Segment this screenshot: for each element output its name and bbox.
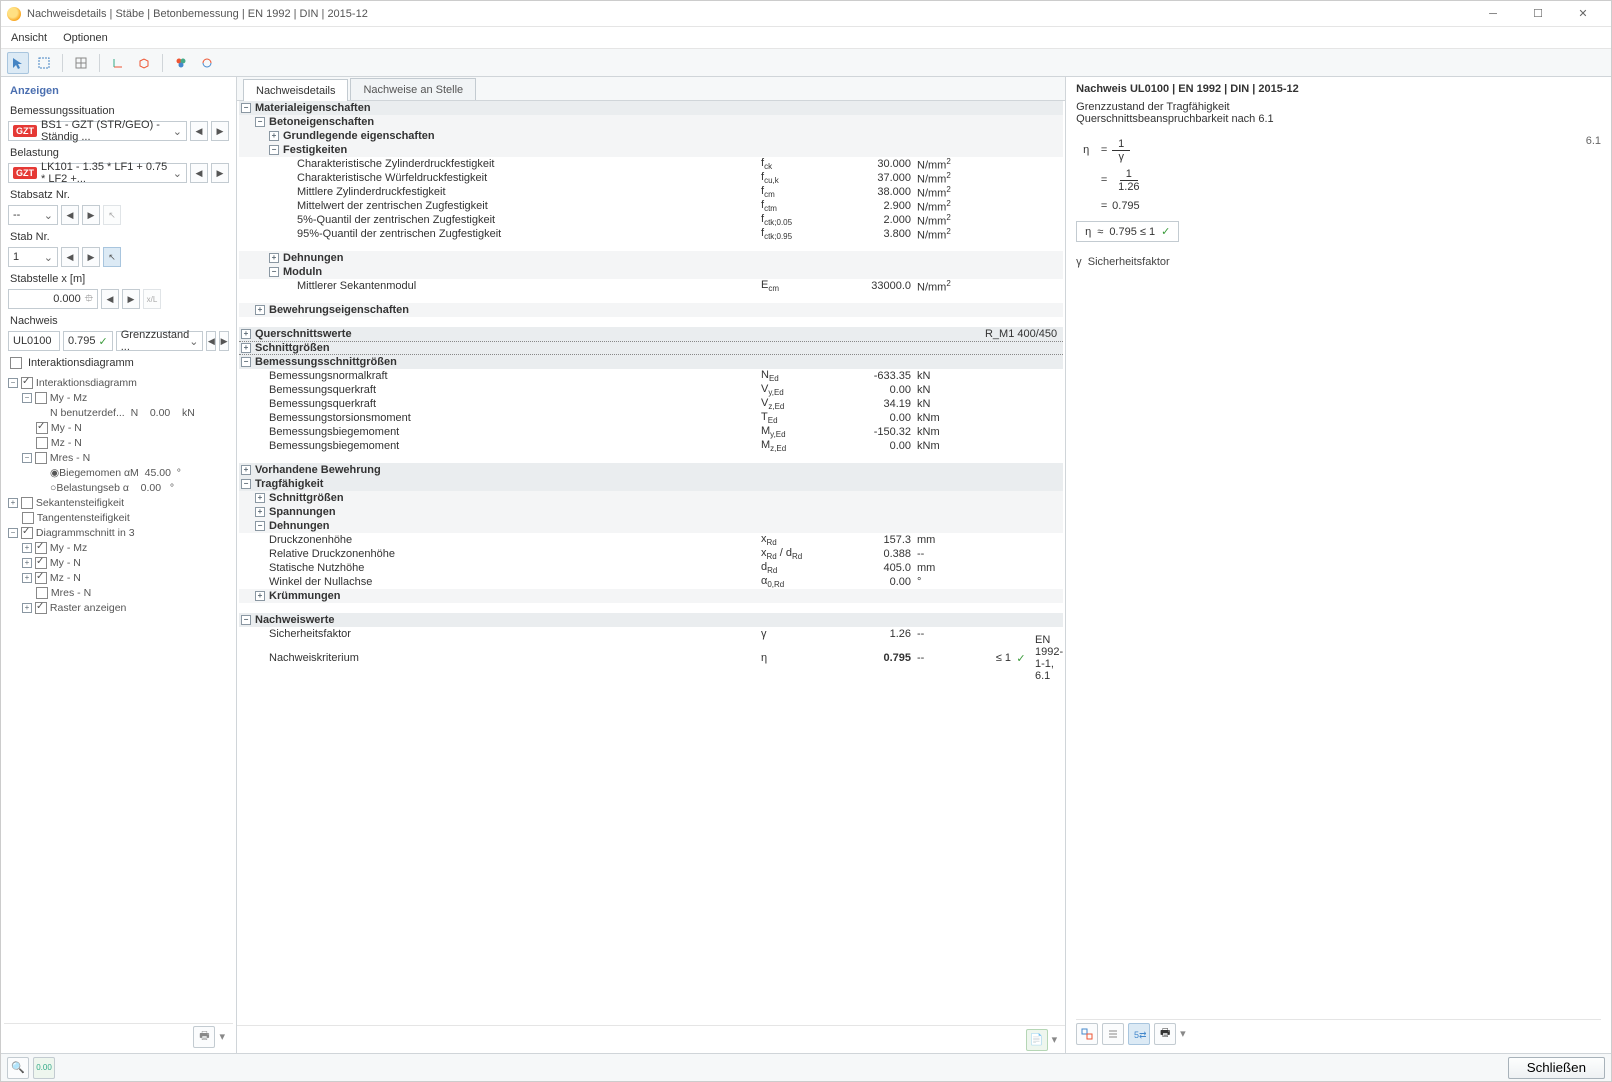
tab-details[interactable]: Nachweisdetails [243, 79, 348, 101]
chevron-down-icon: ⌄ [173, 125, 182, 138]
maximize-button[interactable]: ☐ [1516, 2, 1560, 26]
print-icon[interactable]: 🖶 [1154, 1023, 1176, 1045]
print-icon[interactable]: 🖶 [193, 1026, 215, 1048]
situation-select[interactable]: GZT BS1 - GZT (STR/GEO) - Ständig ... ⌄ [8, 121, 187, 141]
rf-icon3[interactable]: 5⇄4 [1128, 1023, 1150, 1045]
window-title: Nachweisdetails | Stäbe | Betonbemessung… [27, 8, 1471, 20]
mid-panel: Nachweisdetails Nachweise an Stelle −Mat… [237, 77, 1066, 1053]
nachweis-prev[interactable]: ◀ [206, 331, 216, 351]
stabstelle-next[interactable]: ▶ [122, 289, 140, 309]
situation-next[interactable]: ▶ [211, 121, 229, 141]
tool-axis-icon[interactable] [107, 52, 129, 74]
svg-text:5⇄4: 5⇄4 [1134, 1030, 1146, 1040]
stab-label: Stab Nr. [4, 227, 233, 245]
chevron-down-icon: ⌄ [44, 251, 53, 264]
stabsatz-pick[interactable]: ↖ [103, 205, 121, 225]
interaktion-toggle[interactable]: Interaktionsdiagramm [4, 353, 233, 373]
eq-ref: 6.1 [1586, 135, 1601, 242]
right-title: Nachweis UL0100 | EN 1992 | DIN | 2015-1… [1076, 83, 1601, 95]
search-icon[interactable]: 🔍 [7, 1057, 29, 1079]
result-box: η ≈ 0.795 ≤ 1 ✓ [1076, 221, 1179, 242]
statusbar: 🔍 0.00 Schließen [1, 1053, 1611, 1081]
titlebar: Nachweisdetails | Stäbe | Betonbemessung… [1, 1, 1611, 27]
stab-pick[interactable]: ↖ [103, 247, 121, 267]
stab-prev[interactable]: ◀ [61, 247, 79, 267]
load-text: LK101 - 1.35 * LF1 + 0.75 * LF2 +... [41, 161, 173, 185]
load-badge: GZT [13, 167, 37, 179]
close-dialog-button[interactable]: Schließen [1508, 1057, 1605, 1079]
stab-next[interactable]: ▶ [82, 247, 100, 267]
check-icon: ✓ [99, 335, 108, 348]
stab-select[interactable]: 1⌄ [8, 247, 58, 267]
nachweis-next[interactable]: ▶ [219, 331, 229, 351]
chevron-down-icon: ⌄ [189, 335, 198, 348]
report-icon[interactable]: 📄 [1026, 1029, 1048, 1051]
tool-colors-icon[interactable] [170, 52, 192, 74]
situation-label: Bemessungssituation [4, 101, 233, 119]
stabsatz-label: Stabsatz Nr. [4, 185, 233, 203]
details-grid[interactable]: −Materialeigenschaften −Betoneigenschaft… [237, 101, 1065, 1025]
tool-cursor-icon[interactable] [7, 52, 29, 74]
load-next[interactable]: ▶ [211, 163, 229, 183]
rf-icon2[interactable] [1102, 1023, 1124, 1045]
check-icon: ✓ [1011, 652, 1031, 665]
panel-title: Anzeigen [4, 81, 233, 101]
dropdown-icon[interactable]: ▾ [219, 1030, 225, 1043]
tool-table-icon[interactable] [70, 52, 92, 74]
situation-prev[interactable]: ◀ [190, 121, 208, 141]
situation-text: BS1 - GZT (STR/GEO) - Ständig ... [41, 119, 173, 143]
app-icon [7, 7, 21, 21]
dropdown-icon[interactable]: ▾ [1052, 1033, 1058, 1046]
tool-select-icon[interactable] [33, 52, 55, 74]
stabstelle-extra[interactable]: x/L [143, 289, 161, 309]
stabsatz-select[interactable]: --⌄ [8, 205, 58, 225]
minimize-button[interactable]: ─ [1471, 2, 1515, 26]
units-icon[interactable]: 0.00 [33, 1057, 55, 1079]
stabstelle-input[interactable]: 0.000⯐ [8, 289, 98, 309]
menu-ansicht[interactable]: Ansicht [11, 32, 47, 44]
menu-optionen[interactable]: Optionen [63, 32, 108, 44]
nachweis-id: UL0100 [8, 331, 60, 351]
right-panel: Nachweis UL0100 | EN 1992 | DIN | 2015-1… [1066, 77, 1611, 1053]
dropdown-icon[interactable]: ▾ [1180, 1027, 1186, 1040]
right-desc1: Grenzzustand der Tragfähigkeit [1076, 101, 1601, 113]
load-select[interactable]: GZT LK101 - 1.35 * LF1 + 0.75 * LF2 +...… [8, 163, 187, 183]
tool-sync-icon[interactable] [196, 52, 218, 74]
stabstelle-label: Stabstelle x [m] [4, 269, 233, 287]
tree-view[interactable]: − Interaktionsdiagramm − My - Mz N benut… [4, 373, 233, 1023]
menubar: Ansicht Optionen [1, 27, 1611, 49]
left-panel: Anzeigen Bemessungssituation GZT BS1 - G… [1, 77, 237, 1053]
stabstelle-prev[interactable]: ◀ [101, 289, 119, 309]
load-label: Belastung [4, 143, 233, 161]
nachweis-label: Nachweis [4, 311, 233, 329]
chevron-down-icon: ⌄ [173, 167, 182, 180]
check-icon: ✓ [1161, 225, 1170, 238]
toolbar [1, 49, 1611, 77]
load-prev[interactable]: ◀ [190, 163, 208, 183]
stabsatz-prev[interactable]: ◀ [61, 205, 79, 225]
rf-icon1[interactable] [1076, 1023, 1098, 1045]
chevron-down-icon: ⌄ [44, 209, 53, 222]
nachweis-val: 0.795✓ [63, 331, 113, 351]
tab-stelle[interactable]: Nachweise an Stelle [350, 78, 476, 100]
situation-badge: GZT [13, 125, 37, 137]
stabsatz-next[interactable]: ▶ [82, 205, 100, 225]
checkbox-icon [10, 357, 22, 369]
tool-cube-icon[interactable] [133, 52, 155, 74]
close-button[interactable]: ✕ [1561, 2, 1605, 26]
nachweis-select[interactable]: Grenzzustand ...⌄ [116, 331, 204, 351]
right-desc2: Querschnittsbeanspruchbarkeit nach 6.1 [1076, 113, 1601, 125]
